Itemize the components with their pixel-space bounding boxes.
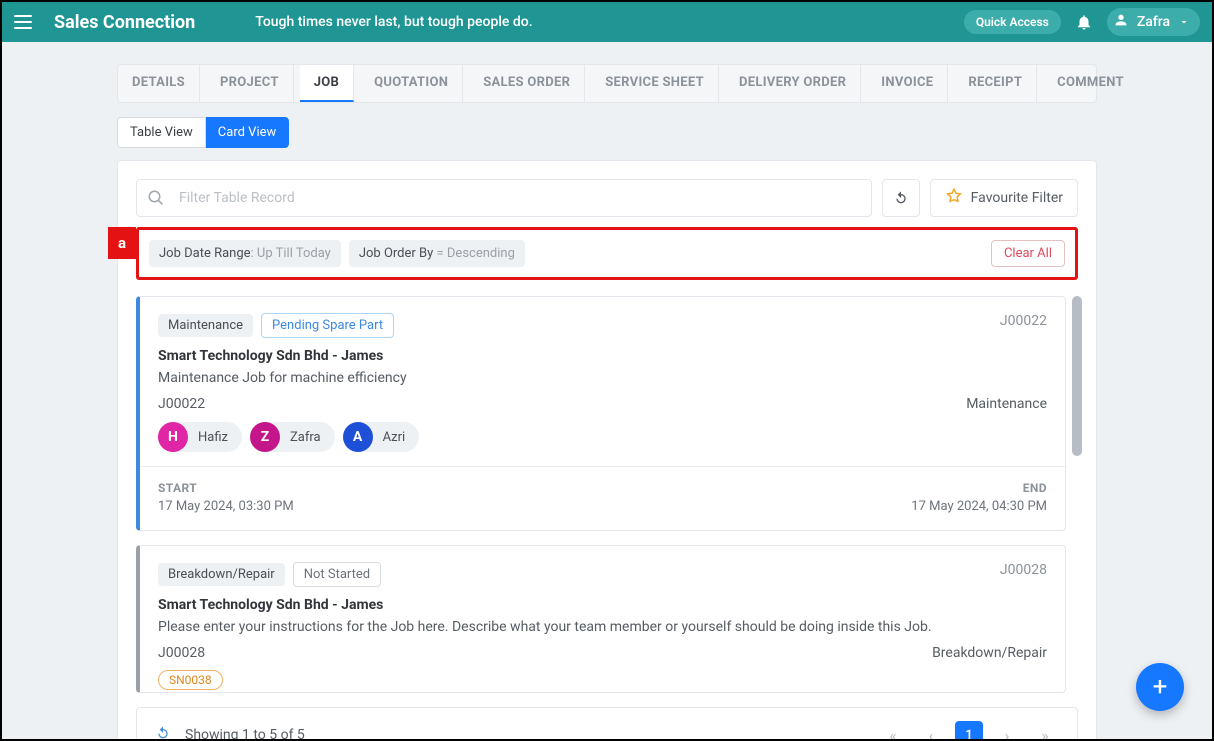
tab-project[interactable]: PROJECT	[206, 65, 294, 102]
cards-area: J00022 Maintenance Pending Spare Part Sm…	[136, 296, 1078, 693]
quick-access-button[interactable]: Quick Access	[964, 10, 1061, 34]
avatar: Z	[250, 422, 280, 452]
assignee-chip[interactable]: ZZafra	[250, 422, 335, 452]
assignee-chip[interactable]: AAzri	[343, 422, 420, 452]
pager-last-icon[interactable]: »	[1031, 721, 1059, 741]
pager-bar: Showing 1 to 5 of 5 « ‹ 1 › »	[136, 707, 1078, 741]
badge-status: Not Started	[293, 562, 381, 587]
job-type: Breakdown/Repair	[932, 645, 1047, 661]
pager-next-icon[interactable]: ›	[993, 721, 1021, 741]
job-code-top: J00022	[1000, 313, 1047, 329]
pager-prev-icon[interactable]: ‹	[917, 721, 945, 741]
add-fab-button[interactable]: +	[1136, 663, 1184, 711]
refresh-filter-button[interactable]	[882, 179, 920, 217]
tab-service-sheet[interactable]: SERVICE SHEET	[591, 65, 719, 102]
filter-chips-row: Job Date Range: Up Till Today Job Order …	[136, 227, 1078, 280]
filter-panel: Favourite Filter a Job Date Range: Up Ti…	[117, 160, 1097, 741]
tab-delivery-order[interactable]: DELIVERY ORDER	[725, 65, 861, 102]
brand-title: Sales Connection	[54, 12, 195, 33]
badge-status: Pending Spare Part	[261, 313, 394, 338]
topbar: Sales Connection Tough times never last,…	[2, 2, 1212, 42]
pager-summary: Showing 1 to 5 of 5	[185, 727, 305, 741]
table-view-button[interactable]: Table View	[117, 117, 206, 148]
favourite-filter-button[interactable]: Favourite Filter	[930, 179, 1078, 217]
job-type: Maintenance	[966, 396, 1047, 412]
refresh-list-button[interactable]	[155, 725, 185, 741]
end-label: END	[911, 481, 1047, 495]
job-card[interactable]: J00028 Breakdown/Repair Not Started Smar…	[136, 545, 1066, 693]
tab-comment[interactable]: COMMENT	[1043, 65, 1138, 102]
tab-details[interactable]: DETAILS	[118, 65, 200, 102]
user-name: Zafra	[1137, 14, 1170, 30]
job-description: Please enter your instructions for the J…	[158, 619, 1047, 635]
start-label: START	[158, 481, 294, 495]
tab-invoice[interactable]: INVOICE	[867, 65, 948, 102]
pager-first-icon[interactable]: «	[879, 721, 907, 741]
clear-all-button[interactable]: Clear All	[991, 240, 1065, 267]
job-title: Smart Technology Sdn Bhd - James	[158, 597, 1047, 613]
view-toggle: Table View Card View	[117, 117, 289, 148]
filter-chip-order-by[interactable]: Job Order By = Descending	[349, 240, 525, 267]
plus-icon: +	[1153, 672, 1168, 702]
job-code: J00022	[158, 396, 205, 412]
notifications-icon[interactable]	[1075, 13, 1093, 31]
search-icon	[147, 189, 165, 207]
card-view-button[interactable]: Card View	[206, 117, 289, 148]
user-icon	[1113, 12, 1129, 32]
tab-sales-order[interactable]: SALES ORDER	[469, 65, 585, 102]
main-tabs: DETAILSPROJECTJOBQUOTATIONSALES ORDERSER…	[117, 64, 1097, 103]
job-title: Smart Technology Sdn Bhd - James	[158, 348, 1047, 364]
tab-receipt[interactable]: RECEIPT	[954, 65, 1037, 102]
job-code-top: J00028	[1000, 562, 1047, 578]
pager-nav: « ‹ 1 › »	[879, 721, 1059, 741]
search-input-wrap[interactable]	[136, 179, 872, 217]
tab-job[interactable]: JOB	[300, 65, 354, 102]
tab-quotation[interactable]: QUOTATION	[360, 65, 463, 102]
job-description: Maintenance Job for machine efficiency	[158, 370, 1047, 386]
avatar: A	[343, 422, 373, 452]
menu-icon[interactable]	[14, 10, 38, 34]
badge-extra: SN0038	[158, 670, 223, 690]
annotation-marker-a: a	[108, 227, 136, 259]
chevron-down-icon	[1178, 13, 1190, 32]
pager-page-current[interactable]: 1	[955, 721, 983, 741]
tagline-text: Tough times never last, but tough people…	[255, 14, 532, 30]
filter-chip-date-range[interactable]: Job Date Range: Up Till Today	[149, 240, 341, 267]
assignee-list: HHafiz ZZafra AAzri	[158, 422, 1047, 452]
search-input[interactable]	[179, 190, 861, 206]
refresh-icon	[893, 190, 909, 206]
scrollbar[interactable]	[1072, 296, 1082, 456]
user-menu[interactable]: Zafra	[1107, 8, 1200, 36]
badge-category: Breakdown/Repair	[158, 563, 285, 586]
badge-category: Maintenance	[158, 314, 253, 337]
favourite-filter-label: Favourite Filter	[971, 190, 1063, 206]
assignee-chip[interactable]: HHafiz	[158, 422, 242, 452]
job-card[interactable]: J00022 Maintenance Pending Spare Part Sm…	[136, 296, 1066, 531]
star-icon	[945, 187, 963, 209]
job-code: J00028	[158, 645, 205, 661]
start-value: 17 May 2024, 03:30 PM	[158, 499, 294, 514]
avatar: H	[158, 422, 188, 452]
end-value: 17 May 2024, 04:30 PM	[911, 499, 1047, 514]
